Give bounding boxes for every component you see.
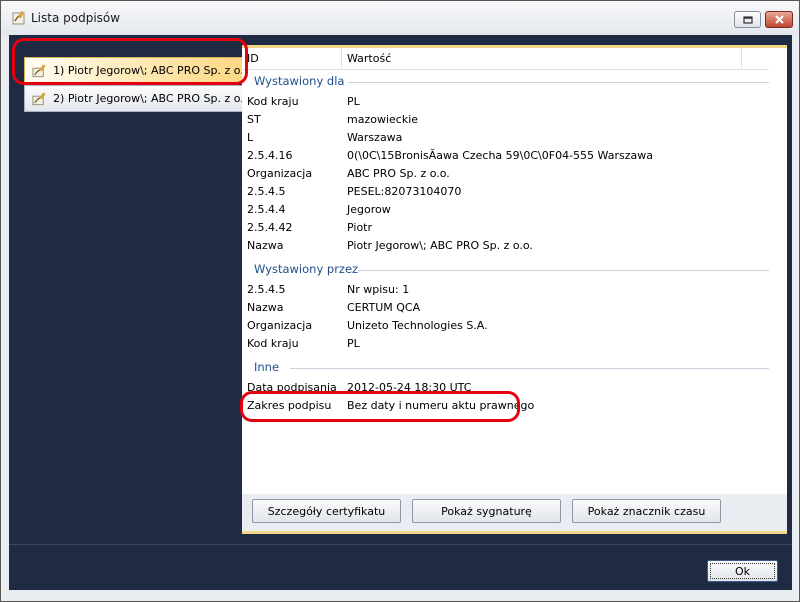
signature-list-icon — [12, 10, 25, 25]
row-value: PL — [347, 337, 360, 350]
ok-button[interactable]: Ok — [707, 560, 778, 582]
title-bar[interactable]: Lista podpisów — [1, 1, 799, 35]
grid-row[interactable]: 2.5.4.5 PESEL:82073104070 — [247, 183, 461, 201]
section-divider — [348, 82, 769, 83]
signature-item-label: 2) Piotr Jegorow\; ABC PRO Sp. z o.o. — [53, 92, 242, 105]
column-header-id[interactable]: ID — [242, 48, 342, 69]
grid-row[interactable]: Nazwa Piotr Jegorow\; ABC PRO Sp. z o.o. — [247, 237, 533, 255]
button-bar: Szczegóły certyfikatu Pokaż sygnaturę Po… — [242, 494, 787, 534]
grid-row[interactable]: Zakres podpisu Bez daty i numeru aktu pra… — [247, 397, 534, 415]
dialog-footer: Ok — [9, 544, 792, 590]
row-value: Warszawa — [347, 131, 403, 144]
grid-row[interactable]: Data podpisania 2012-05-24 18:30 UTC — [247, 379, 471, 397]
row-value: mazowieckie — [347, 113, 419, 126]
grid-header: ID Wartość — [242, 48, 769, 70]
row-id: 2.5.4.5 — [247, 283, 286, 296]
section-divider — [358, 270, 769, 271]
row-value: Piotr — [347, 221, 373, 234]
section-divider — [290, 368, 769, 369]
grid-row[interactable]: ST mazowieckie — [247, 111, 418, 129]
signature-item-2[interactable]: 2) Piotr Jegorow\; ABC PRO Sp. z o.o. — [24, 85, 243, 112]
row-id: Kod kraju — [247, 337, 299, 350]
certificate-details-button[interactable]: Szczegóły certyfikatu — [252, 499, 401, 523]
row-value: Nr wpisu: 1 — [347, 283, 410, 296]
maximize-icon — [742, 15, 753, 24]
maximize-button[interactable] — [734, 11, 761, 28]
grid-row[interactable]: Nazwa CERTUM QCA — [247, 299, 420, 317]
dialog-window: Lista podpisów 1) Piotr Jegorow\; ABC PR… — [0, 0, 800, 602]
grid-row[interactable]: 2.5.4.16 0(\0C\15BronisĂawa Czecha 59\0C\… — [247, 147, 653, 165]
row-value: Piotr Jegorow\; ABC PRO Sp. z o.o. — [347, 239, 533, 252]
section-title: Wystawiony dla — [254, 74, 345, 88]
row-id: Organizacja — [247, 167, 313, 180]
row-value: ABC PRO Sp. z o.o. — [347, 167, 450, 180]
show-timestamp-button[interactable]: Pokaż znacznik czasu — [572, 499, 721, 523]
row-value: 2012-05-24 18:30 UTC — [347, 381, 472, 394]
row-id: Data podpisania — [247, 381, 337, 394]
row-value: Unizeto Technologies S.A. — [347, 319, 488, 332]
section-title: Inne — [254, 360, 280, 374]
details-panel: ID Wartość Wystawiony dla Kod kraju PL ST ma… — [242, 45, 787, 534]
row-value: PL — [347, 95, 360, 108]
section-title: Wystawiony przez — [254, 262, 359, 276]
row-value: PESEL:82073104070 — [347, 185, 462, 198]
grid-row[interactable]: Organizacja ABC PRO Sp. z o.o. — [247, 165, 450, 183]
row-id: 2.5.4.5 — [247, 185, 286, 198]
row-id: 2.5.4.42 — [247, 221, 293, 234]
row-value: CERTUM QCA — [347, 301, 421, 314]
row-value: Jegorow — [347, 203, 391, 216]
row-id: Kod kraju — [247, 95, 299, 108]
row-value: 0(\0C\15BronisĂawa Czecha 59\0C\0F04-555… — [347, 149, 653, 162]
row-id: Nazwa — [247, 239, 284, 252]
dialog-body: 1) Piotr Jegorow\; ABC PRO Sp. z o.o. 2) … — [9, 35, 792, 589]
window-title: Lista podpisów — [31, 11, 121, 25]
row-id: ST — [247, 113, 261, 126]
grid-row[interactable]: 2.5.4.5 Nr wpisu: 1 — [247, 281, 409, 299]
grid-row[interactable]: 2.5.4.42 Piotr — [247, 219, 372, 237]
column-header-value[interactable]: Wartość — [342, 48, 742, 69]
row-id: 2.5.4.4 — [247, 203, 286, 216]
row-id: Zakres podpisu — [247, 399, 332, 412]
grid-row[interactable]: Organizacja Unizeto Technologies S.A. — [247, 317, 488, 335]
grid-row[interactable]: L Warszawa — [247, 129, 402, 147]
signature-item-1[interactable]: 1) Piotr Jegorow\; ABC PRO Sp. z o.o. — [24, 57, 243, 84]
grid-row[interactable]: Kod kraju PL — [247, 93, 360, 111]
signature-icon — [32, 63, 46, 77]
close-button[interactable] — [765, 11, 793, 28]
row-id: L — [247, 131, 254, 144]
grid-row[interactable]: Kod kraju PL — [247, 335, 360, 353]
row-id: Nazwa — [247, 301, 284, 314]
signature-item-label: 1) Piotr Jegorow\; ABC PRO Sp. z o.o. — [53, 64, 242, 77]
row-id: Organizacja — [247, 319, 313, 332]
row-value: Bez daty i numeru aktu prawnego — [347, 399, 535, 412]
signature-icon — [32, 91, 46, 105]
grid-row[interactable]: 2.5.4.4 Jegorow — [247, 201, 391, 219]
close-icon — [774, 15, 784, 24]
show-signature-button[interactable]: Pokaż sygnaturę — [412, 499, 561, 523]
row-id: 2.5.4.16 — [247, 149, 293, 162]
